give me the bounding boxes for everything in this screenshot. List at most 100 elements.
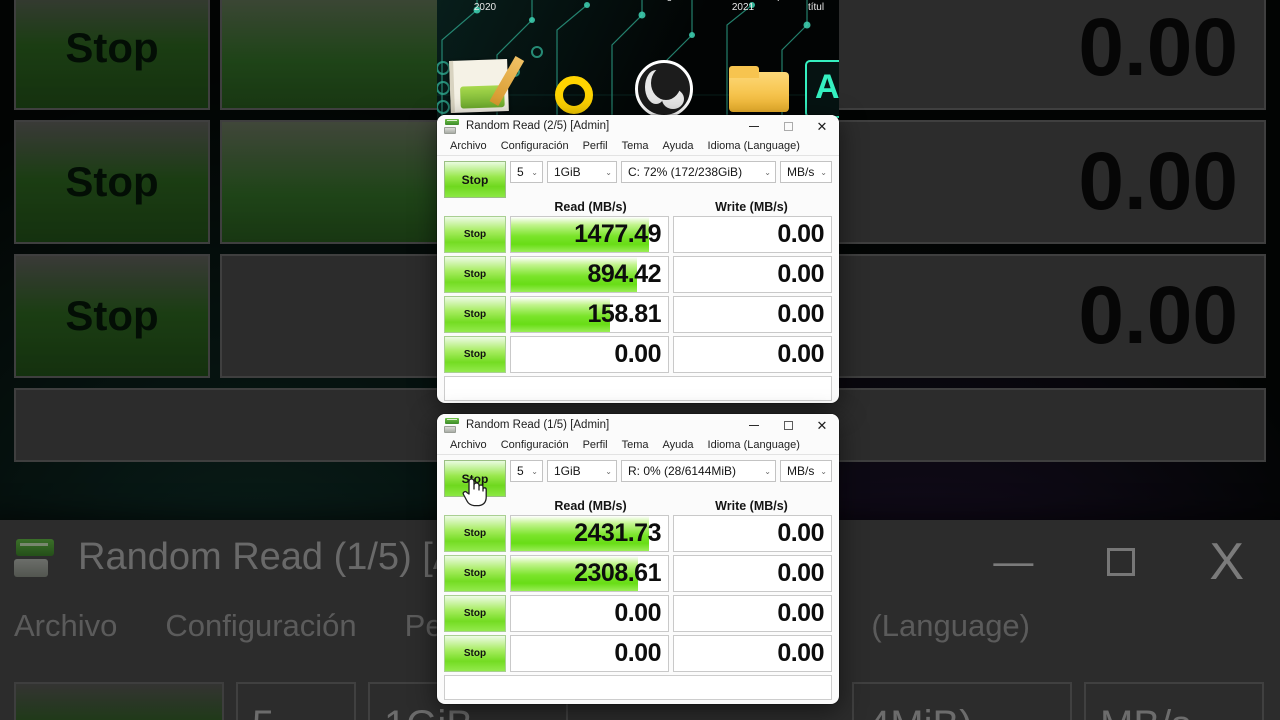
table-row: Stop 0.00 0.00 bbox=[444, 336, 832, 373]
row-write-cell: 0.00 bbox=[673, 555, 832, 592]
menu-item-archivo[interactable]: Archivo bbox=[14, 608, 117, 644]
write-value: 0.00 bbox=[777, 340, 824, 368]
count-value: 5 bbox=[252, 703, 274, 720]
drive-select[interactable]: 4MiB) ⌄ bbox=[852, 682, 1072, 720]
chevron-down-icon: ⌄ bbox=[531, 466, 538, 476]
menu-item-tema[interactable]: Tema bbox=[615, 439, 656, 451]
menu-item-idioma[interactable]: Idioma (Language) bbox=[701, 140, 807, 152]
menu-item-configuracion[interactable]: Configuración bbox=[165, 608, 356, 644]
write-value: 0.00 bbox=[777, 220, 824, 248]
desktop-icon-photoshop[interactable]: Adobe Photoshop 2021 bbox=[693, 0, 793, 13]
drive-select[interactable]: R: 0% (28/6144MiB) ⌄ bbox=[621, 460, 776, 482]
row-stop-button[interactable]: Stop bbox=[444, 635, 506, 672]
row-stop-button[interactable]: Stop bbox=[14, 120, 210, 244]
titlebar[interactable]: Random Read (2/5) [Admin] ✕ bbox=[437, 115, 839, 137]
unit-select[interactable]: MB/s ⌄ bbox=[1084, 682, 1264, 720]
maximize-icon[interactable] bbox=[1107, 548, 1136, 576]
row-stop-button[interactable]: Stop bbox=[444, 595, 506, 632]
unit-select[interactable]: MB/s ⌄ bbox=[780, 161, 832, 183]
close-button[interactable]: ✕ bbox=[805, 414, 839, 436]
row-stop-button[interactable]: Stop bbox=[14, 254, 210, 378]
write-column-header: Write (MB/s) bbox=[715, 499, 788, 513]
menu-item-configuracion[interactable]: Configuración bbox=[494, 439, 576, 451]
screen: Stop 0.00 Stop 0.00 Stop 0.00 Random Rea… bbox=[0, 0, 1280, 720]
read-value: 1477.49 bbox=[574, 220, 661, 248]
row-stop-button[interactable]: Stop bbox=[444, 256, 506, 293]
row-stop-button[interactable]: Stop bbox=[444, 336, 506, 373]
background-menubar-right: (Language) bbox=[871, 608, 1030, 644]
table-row: Stop 0.00 0.00 bbox=[444, 595, 832, 632]
drive-value: R: 0% (28/6144MiB) bbox=[628, 464, 737, 478]
window-controls: ✕ bbox=[737, 414, 839, 436]
results-table: Stop 2431.73 0.00 Stop 2308.61 0.00 Stop… bbox=[437, 513, 839, 672]
obs-studio-icon[interactable] bbox=[635, 60, 693, 118]
notepad-plus-plus-icon[interactable] bbox=[449, 56, 525, 113]
minimize-icon[interactable]: — bbox=[993, 542, 1033, 582]
column-headers: Read (MB/s) Write (MB/s) bbox=[437, 200, 839, 214]
unit-value: MB/s bbox=[787, 464, 815, 478]
main-stop-button[interactable] bbox=[14, 682, 224, 720]
menu-item-ayuda[interactable]: Ayuda bbox=[656, 439, 701, 451]
row-stop-button[interactable]: Stop bbox=[444, 515, 506, 552]
row-write-cell: 0.00 bbox=[673, 216, 832, 253]
drive-select[interactable]: C: 72% (172/238GiB) ⌄ bbox=[621, 161, 776, 183]
row-stop-button[interactable]: Stop bbox=[14, 0, 210, 110]
menu-item-ayuda[interactable]: Ayuda bbox=[656, 140, 701, 152]
folder-icon[interactable] bbox=[729, 66, 789, 112]
menu-item-archivo[interactable]: Archivo bbox=[443, 439, 494, 451]
test-count-value: 5 bbox=[517, 165, 524, 179]
unit-select[interactable]: MB/s ⌄ bbox=[780, 460, 832, 482]
menu-item-perfil[interactable]: Perfil bbox=[576, 140, 615, 152]
menu-item-perfil[interactable]: Perfil bbox=[576, 439, 615, 451]
row-stop-button[interactable]: Stop bbox=[444, 296, 506, 333]
table-row: Stop 894.42 0.00 bbox=[444, 256, 832, 293]
main-stop-button[interactable]: Stop bbox=[444, 460, 506, 497]
write-value: 0.00 bbox=[777, 300, 824, 328]
row-stop-button[interactable]: Stop bbox=[444, 555, 506, 592]
drive-value: C: 72% (172/238GiB) bbox=[628, 165, 743, 179]
minimize-button[interactable] bbox=[737, 414, 771, 436]
read-value: 158.81 bbox=[587, 300, 662, 328]
window-random-read-1of5[interactable]: Random Read (1/5) [Admin] ✕ Archivo Conf… bbox=[437, 414, 839, 704]
desktop-icon-videos[interactable]: Videos bbox=[533, 0, 613, 13]
row-read-cell: 0.00 bbox=[510, 635, 669, 672]
titlebar[interactable]: Random Read (1/5) [Admin] ✕ bbox=[437, 414, 839, 436]
ring-icon[interactable] bbox=[555, 76, 593, 114]
read-value: 894.42 bbox=[587, 260, 662, 288]
test-count-select[interactable]: 5 ⌄ bbox=[510, 460, 543, 482]
menu-item-idioma[interactable]: Idioma (Language) bbox=[701, 439, 807, 451]
minimize-button[interactable] bbox=[737, 115, 771, 137]
window-random-read-2of5[interactable]: Random Read (2/5) [Admin] ✕ Archivo Conf… bbox=[437, 115, 839, 403]
menu-item-configuracion[interactable]: Configuración bbox=[494, 140, 576, 152]
close-icon[interactable]: X bbox=[1209, 536, 1244, 588]
desktop-icon-partial[interactable]: Pro... títul bbox=[793, 0, 839, 13]
wallpaper-circuit: Adobe After Effects 2020 Videos PC Manag… bbox=[437, 0, 839, 120]
menu-item-archivo[interactable]: Archivo bbox=[443, 140, 494, 152]
row-stop-button[interactable]: Stop bbox=[444, 216, 506, 253]
adobe-app-icon[interactable]: A bbox=[805, 60, 839, 118]
main-stop-button[interactable]: Stop bbox=[444, 161, 506, 198]
close-button[interactable]: ✕ bbox=[805, 115, 839, 137]
unit-value: MB/s bbox=[1100, 703, 1191, 720]
count-select[interactable]: 5 ⌄ bbox=[236, 682, 356, 720]
menubar: Archivo Configuración Perfil Tema Ayuda … bbox=[437, 436, 839, 455]
background-window-controls: — X bbox=[993, 536, 1244, 588]
maximize-button[interactable] bbox=[771, 115, 805, 137]
write-column-header: Write (MB/s) bbox=[715, 200, 788, 214]
test-size-select[interactable]: 1GiB ⌄ bbox=[547, 161, 617, 183]
table-row: Stop 158.81 0.00 bbox=[444, 296, 832, 333]
crystaldiskmark-icon bbox=[14, 537, 56, 579]
statusbar bbox=[444, 376, 832, 401]
menubar: Archivo Configuración Perfil Tema Ayuda … bbox=[437, 137, 839, 156]
menu-item-tema[interactable]: Tema bbox=[615, 140, 656, 152]
menu-item-idioma[interactable]: (Language) bbox=[871, 608, 1030, 644]
test-count-select[interactable]: 5 ⌄ bbox=[510, 161, 543, 183]
desktop-icon-after-effects[interactable]: Adobe After Effects 2020 bbox=[437, 0, 533, 13]
read-column-header: Read (MB/s) bbox=[554, 499, 627, 513]
window-title: Random Read (1/5) [Admin] bbox=[466, 419, 610, 431]
maximize-button[interactable] bbox=[771, 414, 805, 436]
test-count-value: 5 bbox=[517, 464, 524, 478]
desktop-icon-pc-manager[interactable]: PC Manager bbox=[613, 0, 693, 13]
chevron-down-icon: ⌄ bbox=[820, 466, 827, 476]
test-size-select[interactable]: 1GiB ⌄ bbox=[547, 460, 617, 482]
